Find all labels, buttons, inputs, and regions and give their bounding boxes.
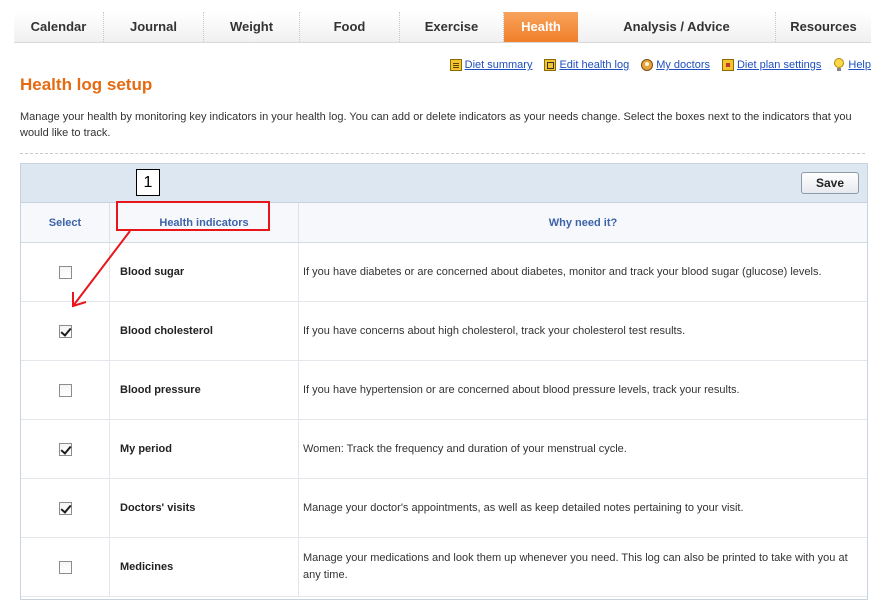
intro-text: Manage your health by monitoring key ind… [20, 111, 852, 139]
why-need-it-column-header: Why need it? [298, 203, 867, 243]
table-row: Blood cholesterol If you have concerns a… [21, 301, 867, 361]
indicator-description: Women: Track the frequency and duration … [298, 419, 867, 479]
utility-links: Diet summary Edit health log My doctors … [438, 57, 871, 73]
select-cell [21, 301, 110, 361]
health-indicators-panel: Save Select Health indicators Why need i… [20, 163, 868, 600]
my-period-checkbox[interactable] [58, 442, 72, 456]
indicator-name: My period [109, 419, 299, 479]
tab-analysis-advice[interactable]: Analysis / Advice [578, 12, 776, 42]
divider [20, 153, 865, 154]
edit-health-log-icon [544, 59, 557, 71]
table-row: Blood pressure If you have hypertension … [21, 360, 867, 420]
indicator-name: Doctors' visits [109, 478, 299, 538]
blood-pressure-checkbox[interactable] [58, 383, 72, 397]
save-button[interactable]: Save [801, 172, 859, 194]
tab-health[interactable]: Health [504, 12, 578, 42]
blood-sugar-checkbox[interactable] [58, 265, 72, 279]
my-doctors-link[interactable]: My doctors [641, 59, 710, 71]
diet-summary-label[interactable]: Diet summary [465, 59, 533, 71]
main-nav: Calendar Journal Weight Food Exercise He… [14, 12, 871, 43]
tab-calendar[interactable]: Calendar [14, 12, 104, 42]
tab-journal[interactable]: Journal [104, 12, 204, 42]
blood-cholesterol-checkbox[interactable] [58, 324, 72, 338]
indicator-description: If you have diabetes or are concerned ab… [298, 242, 867, 302]
indicator-name: Blood pressure [109, 360, 299, 420]
indicator-description: If you have hypertension or are concerne… [298, 360, 867, 420]
select-cell [21, 419, 110, 479]
indicator-description: Manage your doctor's appointments, as we… [298, 478, 867, 538]
select-cell [21, 360, 110, 420]
settings-icon [721, 59, 734, 71]
select-column-header: Select [21, 203, 110, 243]
select-cell [21, 537, 110, 597]
indicator-name: Blood sugar [109, 242, 299, 302]
table-header-row: Select Health indicators Why need it? [21, 203, 867, 243]
tab-food[interactable]: Food [300, 12, 400, 42]
table-row: Doctors' visits Manage your doctor's app… [21, 478, 867, 538]
tab-resources[interactable]: Resources [776, 12, 871, 42]
annotation-number: 1 [136, 169, 160, 196]
medicines-checkbox[interactable] [58, 560, 72, 574]
select-cell [21, 242, 110, 302]
table-row: Medicines Manage your medications and lo… [21, 537, 867, 597]
diet-summary-link[interactable]: Diet summary [449, 59, 533, 71]
tab-exercise[interactable]: Exercise [400, 12, 504, 42]
edit-health-log-label[interactable]: Edit health log [559, 59, 629, 71]
edit-health-log-link[interactable]: Edit health log [544, 59, 629, 71]
my-doctors-label[interactable]: My doctors [656, 59, 710, 71]
diet-summary-icon [449, 59, 462, 71]
lightbulb-icon [833, 58, 845, 72]
tab-weight[interactable]: Weight [204, 12, 300, 42]
health-indicators-table: Select Health indicators Why need it? Bl… [21, 203, 867, 597]
page-title: Health log setup [20, 75, 153, 94]
doctor-icon [641, 59, 654, 71]
select-cell [21, 478, 110, 538]
diet-plan-settings-label[interactable]: Diet plan settings [737, 59, 821, 71]
health-indicators-column-header: Health indicators [109, 203, 299, 243]
help-link[interactable]: Help [833, 58, 871, 72]
doctors-visits-checkbox[interactable] [58, 501, 72, 515]
indicator-description: If you have concerns about high choleste… [298, 301, 867, 361]
indicator-name: Blood cholesterol [109, 301, 299, 361]
diet-plan-settings-link[interactable]: Diet plan settings [721, 59, 821, 71]
indicator-description: Manage your medications and look them up… [298, 537, 867, 597]
indicator-name: Medicines [109, 537, 299, 597]
help-label[interactable]: Help [848, 59, 871, 71]
table-row: Blood sugar If you have diabetes or are … [21, 242, 867, 302]
table-row: My period Women: Track the frequency and… [21, 419, 867, 479]
